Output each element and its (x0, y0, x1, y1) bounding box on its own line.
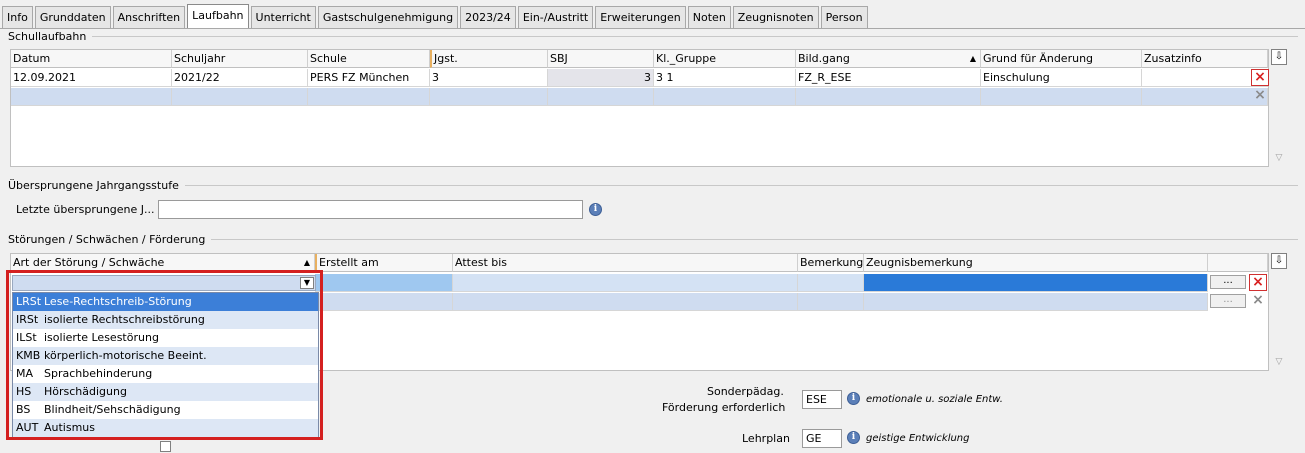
cell-sbj: 3 (548, 69, 654, 87)
foerderung-erforderlich-label: Förderung erforderlich (662, 401, 786, 414)
col-bildgang[interactable]: Bild.gang (796, 50, 981, 68)
edit-row-attest-bis[interactable] (453, 274, 798, 292)
cell-grund[interactable]: Einschulung (981, 69, 1142, 87)
new-row-sbj[interactable] (548, 88, 654, 106)
col-zeugnisbemerkung[interactable]: Zeugnisbemerkung (864, 254, 1208, 272)
col-schule[interactable]: Schule (308, 50, 430, 68)
foerderung-description: emotionale u. soziale Entw. (866, 394, 1003, 405)
tab-bar: Info Grunddaten Anschriften Laufbahn Unt… (2, 4, 870, 28)
lehrplan-label: Lehrplan (742, 432, 790, 445)
foerderung-info-icon[interactable]: i (847, 392, 860, 405)
foerderung-input[interactable]: ESE (802, 390, 842, 409)
tab-erweiterungen[interactable]: Erweiterungen (595, 6, 686, 28)
schullaufbahn-title: Schullaufbahn (8, 30, 1298, 43)
new-row-kl-gruppe[interactable] (654, 88, 796, 106)
cell-bildgang[interactable]: FZ_R_ESE (796, 69, 981, 87)
tab-grunddaten[interactable]: Grunddaten (34, 6, 111, 28)
cell-schule[interactable]: PERS FZ München (308, 69, 430, 87)
col-jgst[interactable]: Jgst. (430, 50, 548, 68)
new-row-grund[interactable] (981, 88, 1142, 106)
cell-schuljahr[interactable]: 2021/22 (172, 69, 308, 87)
delete-row-disabled-icon: × (1254, 87, 1266, 103)
edit-row-erstellt-am[interactable] (315, 274, 453, 292)
delete-row-icon[interactable]: × (1251, 69, 1269, 86)
edit-row-bemerkung[interactable] (798, 274, 864, 292)
tab-noten[interactable]: Noten (687, 6, 731, 28)
tab-ein-austritt[interactable]: Ein-/Austritt (517, 6, 594, 28)
tab-unterricht[interactable]: Unterricht (250, 6, 316, 28)
uebersprungen-title-text: Übersprungene Jahrgangsstufe (8, 179, 179, 192)
zeugnisbemerkung-edit-button[interactable]: ... (1210, 275, 1246, 289)
zeugnisbemerkung-edit-button-2[interactable]: ... (1210, 294, 1246, 308)
tab-divider (0, 28, 1305, 29)
cell-kl-gruppe[interactable]: 3 1 (654, 69, 796, 87)
col-attest-bis[interactable]: Attest bis (453, 254, 798, 272)
tab-info[interactable]: Info (2, 6, 33, 28)
schullaufbahn-table: Datum Schuljahr Schule Jgst. SBJ Kl._Gru… (10, 49, 1269, 167)
new-row-erstellt-am[interactable] (315, 293, 453, 311)
letzte-uebersprungene-input[interactable] (158, 200, 583, 219)
delete-stoerung-disabled-icon: × (1252, 292, 1264, 308)
cell-zusatzinfo[interactable] (1142, 69, 1268, 87)
letzte-uebersprungene-label: Letzte übersprungene J... (16, 203, 155, 216)
highlight-frame (6, 270, 323, 440)
tab-person[interactable]: Person (820, 6, 868, 28)
scroll-down-icon[interactable]: ▽ (1271, 153, 1287, 165)
stoerungen-title: Störungen / Schwächen / Förderung (8, 233, 1298, 246)
lehrplan-description: geistige Entwicklung (866, 433, 970, 444)
col-bemerkung[interactable]: Bemerkung (798, 254, 864, 272)
col-erstellt-am[interactable]: Erstellt am (315, 254, 453, 272)
new-row-schule[interactable] (308, 88, 430, 106)
delete-stoerung-icon[interactable]: × (1249, 274, 1267, 291)
scroll-down-icon-2[interactable]: ▽ (1271, 357, 1287, 369)
tab-anschriften[interactable]: Anschriften (112, 6, 186, 28)
export-icon[interactable]: ⇩ (1271, 49, 1287, 65)
col-datum[interactable]: Datum (11, 50, 172, 68)
new-row-bildgang[interactable] (796, 88, 981, 106)
new-row-zusatzinfo[interactable] (1142, 88, 1268, 106)
new-row-zeugnisbemerkung[interactable] (864, 293, 1208, 311)
col-schuljahr[interactable]: Schuljahr (172, 50, 308, 68)
schullaufbahn-title-text: Schullaufbahn (8, 30, 87, 43)
edit-row-zeugnisbemerkung[interactable] (864, 274, 1208, 292)
col-sbj[interactable]: SBJ (548, 50, 654, 68)
hidden-checkbox[interactable] (160, 441, 171, 452)
col-actions (1208, 254, 1268, 272)
new-row-bemerkung[interactable] (798, 293, 864, 311)
new-row-attest-bis[interactable] (453, 293, 798, 311)
new-row-jgst[interactable] (430, 88, 548, 106)
tab-zeugnisnoten[interactable]: Zeugnisnoten (732, 6, 819, 28)
new-row-schuljahr[interactable] (172, 88, 308, 106)
tab-2023-24[interactable]: 2023/24 (460, 6, 516, 28)
cell-datum[interactable]: 12.09.2021 (11, 69, 172, 87)
tab-gastschulgenehmigung[interactable]: Gastschulgenehmigung (317, 6, 459, 28)
col-grund[interactable]: Grund für Änderung (981, 50, 1142, 68)
info-icon[interactable]: i (589, 203, 602, 216)
uebersprungen-title: Übersprungene Jahrgangsstufe (8, 179, 1298, 192)
tab-laufbahn[interactable]: Laufbahn (187, 4, 249, 28)
export-icon-2[interactable]: ⇩ (1271, 253, 1287, 269)
stoerungen-title-text: Störungen / Schwächen / Förderung (8, 233, 206, 246)
cell-jgst[interactable]: 3 (430, 69, 548, 87)
col-zusatzinfo[interactable]: Zusatzinfo (1142, 50, 1268, 68)
col-kl-gruppe[interactable]: Kl._Gruppe (654, 50, 796, 68)
sonderpaedag-label: Sonderpädag. (707, 385, 784, 398)
lehrplan-input[interactable]: GE (802, 429, 842, 448)
lehrplan-info-icon[interactable]: i (847, 431, 860, 444)
new-row-datum[interactable] (11, 88, 172, 106)
